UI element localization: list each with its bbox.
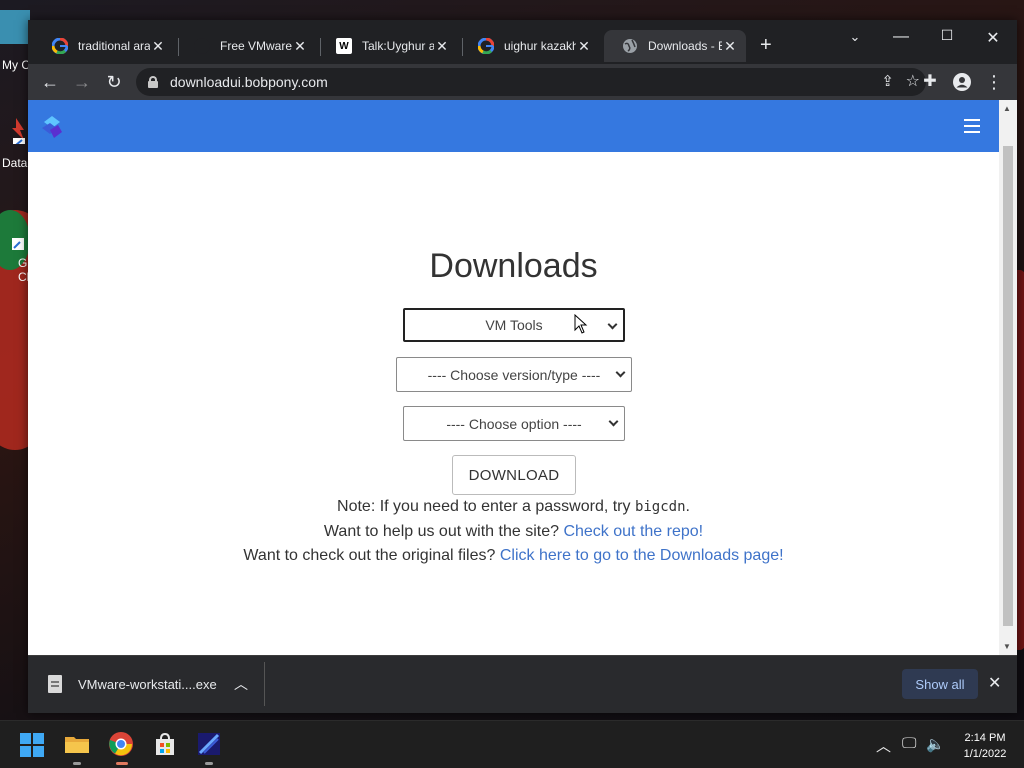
shortcut-icon [12, 238, 24, 250]
page-scrollbar[interactable]: ▲ ▼ [999, 100, 1017, 655]
tab-downloads[interactable]: Downloads - B ✕ [604, 30, 746, 62]
tab-title: Downloads - B [648, 39, 722, 53]
extensions-icon[interactable]: ✚ [918, 70, 942, 94]
address-bar[interactable]: downloadui.bobpony.com ⇪ ☆ [136, 68, 926, 96]
chevron-up-icon[interactable]: ︿ [234, 674, 248, 694]
page-title: Downloads [429, 247, 598, 285]
chevron-down-icon [615, 367, 626, 378]
desktop-icon-label: My C [2, 58, 30, 72]
scrollbar-thumb[interactable] [1003, 146, 1013, 626]
close-icon[interactable]: ✕ [150, 38, 166, 55]
site-navbar [28, 100, 999, 152]
tab-uighur-kazakh[interactable]: uighur kazakh ✕ [460, 30, 600, 62]
wikipedia-icon: W [336, 38, 352, 54]
desktop-icon-my-computer[interactable]: My C [0, 10, 30, 72]
chevron-up-icon[interactable]: ︿ [876, 735, 891, 756]
vmware-icon [194, 38, 210, 54]
product-select[interactable]: VM Tools [403, 308, 625, 342]
chrome-icon[interactable] [108, 731, 134, 757]
download-filename: VMware-workstati....exe [78, 676, 217, 692]
download-shelf: VMware-workstati....exe ︿ Show all ✕ [28, 655, 1017, 713]
clock-date: 1/1/2022 [963, 748, 1007, 760]
lock-icon [148, 76, 158, 88]
network-icon[interactable]: 🖵 [902, 735, 916, 752]
reload-icon[interactable]: ↻ [102, 70, 126, 94]
close-icon[interactable]: ✕ [722, 38, 738, 55]
note-text: Note: If you need to enter a password, t… [337, 498, 635, 515]
monitor-icon [0, 10, 30, 44]
tab-title: traditional arab [78, 39, 150, 53]
chevron-down-icon [607, 319, 618, 330]
menu-kebab-icon[interactable]: ⋮ [982, 70, 1006, 94]
close-window-icon[interactable]: ✕ [978, 28, 1008, 48]
browser-toolbar: ← → ↻ downloadui.bobpony.com ⇪ ☆ ✚ ⋮ [28, 64, 1017, 100]
note-period: . [685, 498, 690, 515]
product-select-value: VM Tools [485, 317, 543, 333]
download-button[interactable]: DOWNLOAD [452, 455, 576, 495]
close-icon[interactable]: ✕ [292, 38, 308, 55]
chevron-down-icon [608, 416, 619, 427]
google-icon [478, 38, 494, 54]
download-item[interactable]: VMware-workstati....exe [48, 675, 217, 693]
password-note: Note: If you need to enter a password, t… [28, 498, 999, 516]
close-icon[interactable]: ✕ [434, 38, 450, 55]
microsoft-store-icon[interactable] [152, 731, 178, 757]
close-icon[interactable]: ✕ [576, 38, 592, 55]
tab-talk-uyghur[interactable]: W Talk:Uyghur alp ✕ [318, 30, 458, 62]
file-explorer-icon[interactable] [64, 731, 90, 757]
help-text: Want to help us out with the site? [323, 523, 564, 540]
shortcut-icon [12, 118, 25, 148]
repo-link[interactable]: Check out the repo! [563, 523, 703, 540]
maximize-icon[interactable]: ☐ [932, 27, 962, 44]
mouse-cursor-icon [574, 314, 588, 334]
tab-title: Talk:Uyghur alp [362, 39, 434, 53]
help-line: Want to help us out with the site? Check… [28, 523, 999, 541]
profile-icon[interactable] [950, 70, 974, 94]
windows-start-icon[interactable] [20, 733, 44, 757]
back-icon[interactable]: ← [38, 70, 62, 94]
new-tab-icon[interactable]: + [760, 34, 772, 57]
system-clock[interactable]: 2:14 PM 1/1/2022 [950, 730, 1020, 762]
site-logo-icon[interactable] [40, 112, 64, 140]
desktop-icon-google-chrome[interactable]: G Cl [0, 236, 30, 284]
tab-free-vmware[interactable]: Free VMware W ✕ [176, 30, 316, 62]
option-select[interactable]: ---- Choose option ---- [403, 406, 625, 441]
password-code: bigcdn [634, 499, 686, 515]
tab-title: uighur kazakh [504, 39, 576, 53]
original-files-line: Want to check out the original files? Cl… [28, 547, 999, 565]
tab-strip: traditional arab ✕ Free VMware W ✕ W Tal… [28, 20, 1017, 64]
page-viewport: Downloads VM Tools ---- Choose version/t… [28, 100, 1017, 655]
downloads-page-link[interactable]: Click here to go to the Downloads page! [500, 547, 784, 564]
version-type-select[interactable]: ---- Choose version/type ---- [396, 357, 632, 392]
share-icon[interactable]: ⇪ [881, 72, 894, 90]
file-icon [48, 675, 62, 693]
desktop-icon-label: Data [2, 156, 28, 170]
divider [264, 662, 265, 706]
hamburger-menu-icon[interactable] [964, 119, 980, 137]
scroll-up-icon[interactable]: ▲ [1003, 104, 1011, 113]
close-shelf-icon[interactable]: ✕ [988, 673, 1001, 693]
active-indicator [116, 762, 128, 765]
running-indicator [73, 762, 81, 765]
running-indicator [205, 762, 213, 765]
globe-icon [622, 38, 638, 54]
tab-traditional-arab[interactable]: traditional arab ✕ [34, 30, 174, 62]
url-text: downloadui.bobpony.com [170, 74, 328, 90]
option-select-value: ---- Choose option ---- [446, 415, 582, 432]
original-text: Want to check out the original files? [243, 547, 500, 564]
app-icon[interactable] [196, 731, 222, 757]
volume-icon[interactable]: 🔈 [926, 735, 945, 753]
scroll-down-icon[interactable]: ▼ [1003, 642, 1011, 651]
desktop-icon-data[interactable]: Data [0, 114, 30, 170]
browser-window: traditional arab ✕ Free VMware W ✕ W Tal… [28, 20, 1017, 713]
forward-icon[interactable]: → [70, 70, 94, 94]
taskbar: ︿ 🖵 🔈 2:14 PM 1/1/2022 [0, 720, 1024, 768]
show-all-button[interactable]: Show all [902, 669, 978, 699]
version-select-value: ---- Choose version/type ---- [427, 366, 601, 383]
tab-title: Free VMware W [220, 39, 292, 53]
tab-search-icon[interactable]: ⌄ [840, 29, 870, 45]
google-icon [52, 38, 68, 54]
minimize-icon[interactable]: — [886, 28, 916, 46]
clock-time: 2:14 PM [964, 732, 1006, 744]
